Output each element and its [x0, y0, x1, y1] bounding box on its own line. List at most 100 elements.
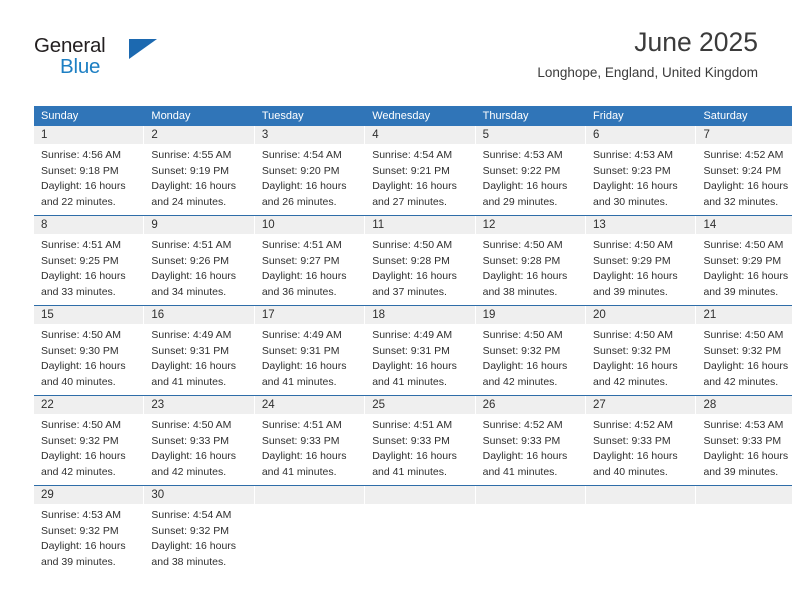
calendar-day-cell[interactable]: 29 Sunrise: 4:53 AM Sunset: 9:32 PM Dayligh…: [34, 485, 145, 575]
day-cell-inner: [254, 486, 366, 575]
day-number: 6: [586, 126, 696, 144]
calendar-day-cell[interactable]: 5 Sunrise: 4:53 AM Sunset: 9:22 PM Daylight…: [475, 126, 587, 216]
day-cell-inner: 4 Sunrise: 4:54 AM Sunset: 9:21 PM Daylight…: [365, 126, 476, 215]
day-detail-line: Sunrise: 4:56 AM: [41, 149, 121, 161]
day-detail-line: Sunset: 9:22 PM: [482, 164, 561, 177]
calendar-day-cell[interactable]: 10 Sunrise: 4:51 AM Sunset: 9:27 PM Dayligh…: [254, 215, 366, 306]
day-number: 24: [254, 396, 365, 414]
day-cell-inner: 22 Sunrise: 4:50 AM Sunset: 9:32 PM Dayligh…: [34, 396, 145, 485]
day-detail-line: and 34 minutes.: [151, 285, 227, 298]
calendar-day-cell[interactable]: 9 Sunrise: 4:51 AM Sunset: 9:26 PM Daylight…: [144, 215, 255, 306]
calendar-day-cell[interactable]: 15 Sunrise: 4:50 AM Sunset: 9:30 PM Dayligh…: [34, 305, 145, 396]
day-detail-line: Daylight: 16 hours: [261, 270, 347, 283]
day-detail-line: Daylight: 16 hours: [372, 450, 457, 463]
general-blue-logo[interactable]: General Blue: [34, 34, 204, 86]
calendar-day-cell[interactable]: 7 Sunrise: 4:52 AM Sunset: 9:24 PM Daylight…: [696, 126, 792, 216]
day-cell-inner: 13 Sunrise: 4:50 AM Sunset: 9:29 PM Dayligh…: [586, 216, 697, 305]
day-detail-line: Daylight: 16 hours: [372, 270, 457, 283]
calendar-day-cell[interactable]: 26 Sunrise: 4:52 AM Sunset: 9:33 PM Dayligh…: [475, 395, 587, 486]
day-detail-line: Sunset: 9:33 PM: [593, 434, 671, 447]
day-details: Sunrise: 4:50 AM Sunset: 9:29 PM Daylight:…: [696, 234, 792, 300]
calendar-day-cell[interactable]: 28 Sunrise: 4:53 AM Sunset: 9:33 PM Dayligh…: [696, 395, 792, 486]
calendar-day-cell[interactable]: 12 Sunrise: 4:50 AM Sunset: 9:28 PM Dayligh…: [475, 215, 587, 306]
day-detail-line: Sunset: 9:23 PM: [593, 164, 671, 177]
day-number: 13: [586, 216, 696, 234]
calendar-day-cell[interactable]: 8 Sunrise: 4:51 AM Sunset: 9:25 PM Daylight…: [34, 215, 145, 306]
calendar-day-cell[interactable]: 23 Sunrise: 4:50 AM Sunset: 9:33 PM Dayligh…: [144, 395, 255, 486]
day-detail-line: and 41 minutes.: [261, 375, 337, 388]
day-details: Sunrise: 4:50 AM Sunset: 9:29 PM Daylight:…: [586, 234, 695, 300]
day-cell-inner: 9 Sunrise: 4:51 AM Sunset: 9:26 PM Daylight…: [144, 216, 255, 305]
weekday-header-friday: Friday: [586, 106, 697, 126]
title-block: June 2025 Longhope, England, United King…: [537, 27, 758, 81]
day-number: 25: [365, 396, 475, 414]
day-details: Sunrise: 4:51 AM Sunset: 9:27 PM Daylight:…: [255, 234, 364, 300]
calendar-day-cell[interactable]: 1 Sunrise: 4:56 AM Sunset: 9:18 PM Daylight…: [34, 126, 145, 216]
day-details: Sunrise: 4:50 AM Sunset: 9:32 PM Daylight:…: [34, 414, 143, 480]
calendar-day-cell[interactable]: 19 Sunrise: 4:50 AM Sunset: 9:32 PM Dayligh…: [475, 305, 587, 396]
day-detail-line: Daylight: 16 hours: [41, 180, 126, 193]
day-detail-line: and 37 minutes.: [372, 285, 447, 298]
page-title: June 2025: [634, 27, 758, 57]
calendar-day-cell[interactable]: 3 Sunrise: 4:54 AM Sunset: 9:20 PM Daylight…: [254, 126, 366, 216]
day-detail-line: Daylight: 16 hours: [261, 360, 347, 373]
day-detail-line: Sunrise: 4:52 AM: [482, 419, 563, 431]
calendar-day-cell[interactable]: 13 Sunrise: 4:50 AM Sunset: 9:29 PM Dayligh…: [586, 215, 697, 306]
day-detail-line: Sunrise: 4:50 AM: [372, 239, 453, 251]
calendar-day-cell[interactable]: 24 Sunrise: 4:51 AM Sunset: 9:33 PM Dayligh…: [254, 395, 366, 486]
calendar-day-cell[interactable]: 14 Sunrise: 4:50 AM Sunset: 9:29 PM Dayligh…: [696, 215, 792, 306]
day-number: 28: [696, 396, 792, 414]
day-number: [475, 486, 586, 504]
day-detail-line: Sunrise: 4:55 AM: [151, 149, 232, 161]
day-detail-line: Sunrise: 4:51 AM: [261, 239, 342, 251]
day-number: 21: [696, 306, 792, 324]
day-detail-line: and 41 minutes.: [151, 375, 227, 388]
calendar-day-cell[interactable]: 25 Sunrise: 4:51 AM Sunset: 9:33 PM Dayligh…: [365, 395, 476, 486]
day-number: 19: [475, 306, 586, 324]
day-detail-line: Daylight: 16 hours: [593, 450, 678, 463]
calendar-day-cell[interactable]: 16 Sunrise: 4:49 AM Sunset: 9:31 PM Dayligh…: [144, 305, 255, 396]
day-detail-line: and 26 minutes.: [261, 195, 337, 208]
day-detail-line: Sunset: 9:29 PM: [593, 254, 671, 267]
calendar-day-cell[interactable]: 27 Sunrise: 4:52 AM Sunset: 9:33 PM Dayligh…: [586, 395, 697, 486]
day-number: 3: [254, 126, 365, 144]
calendar-day-cell[interactable]: 20 Sunrise: 4:50 AM Sunset: 9:32 PM Dayligh…: [586, 305, 697, 396]
day-detail-line: Sunrise: 4:50 AM: [593, 329, 673, 341]
day-cell-inner: 5 Sunrise: 4:53 AM Sunset: 9:22 PM Daylight…: [475, 126, 587, 215]
day-detail-line: Daylight: 16 hours: [151, 180, 237, 193]
day-detail-line: Daylight: 16 hours: [593, 180, 678, 193]
day-details: [255, 504, 364, 508]
day-cell-inner: [696, 486, 792, 575]
day-detail-line: and 38 minutes.: [482, 285, 558, 298]
day-number: 1: [34, 126, 144, 144]
day-detail-line: Sunset: 9:33 PM: [372, 434, 450, 447]
calendar-day-cell[interactable]: 2 Sunrise: 4:55 AM Sunset: 9:19 PM Daylight…: [144, 126, 255, 216]
day-cell-inner: [365, 486, 476, 575]
calendar-day-cell[interactable]: 30 Sunrise: 4:54 AM Sunset: 9:32 PM Dayligh…: [144, 485, 255, 575]
day-detail-line: and 36 minutes.: [261, 285, 337, 298]
calendar-day-cell[interactable]: 22 Sunrise: 4:50 AM Sunset: 9:32 PM Dayligh…: [34, 395, 145, 486]
calendar-day-cell[interactable]: 21 Sunrise: 4:50 AM Sunset: 9:32 PM Dayligh…: [696, 305, 792, 396]
calendar-day-cell[interactable]: 17 Sunrise: 4:49 AM Sunset: 9:31 PM Dayligh…: [254, 305, 366, 396]
day-detail-line: Sunrise: 4:53 AM: [703, 419, 784, 431]
calendar-day-cell[interactable]: 4 Sunrise: 4:54 AM Sunset: 9:21 PM Daylight…: [365, 126, 476, 216]
calendar-week-row: 1 Sunrise: 4:56 AM Sunset: 9:18 PM Daylight…: [34, 126, 792, 216]
calendar-day-cell[interactable]: 11 Sunrise: 4:50 AM Sunset: 9:28 PM Dayligh…: [365, 215, 476, 306]
day-cell-inner: 24 Sunrise: 4:51 AM Sunset: 9:33 PM Dayligh…: [254, 396, 366, 485]
day-detail-line: and 32 minutes.: [703, 195, 779, 208]
day-number: 17: [254, 306, 365, 324]
day-detail-line: and 42 minutes.: [41, 465, 116, 478]
day-detail-line: Sunrise: 4:50 AM: [41, 329, 121, 341]
day-details: Sunrise: 4:51 AM Sunset: 9:25 PM Daylight:…: [34, 234, 143, 300]
day-details: Sunrise: 4:49 AM Sunset: 9:31 PM Daylight:…: [365, 324, 474, 390]
calendar-day-cell[interactable]: 6 Sunrise: 4:53 AM Sunset: 9:23 PM Daylight…: [586, 126, 697, 216]
day-detail-line: Sunrise: 4:54 AM: [151, 509, 232, 521]
calendar-empty-cell: [696, 485, 792, 575]
day-detail-line: and 27 minutes.: [372, 195, 447, 208]
day-cell-inner: [586, 486, 697, 575]
calendar-day-cell[interactable]: 18 Sunrise: 4:49 AM Sunset: 9:31 PM Dayligh…: [365, 305, 476, 396]
day-detail-line: Sunset: 9:29 PM: [703, 254, 782, 267]
day-detail-line: Sunset: 9:31 PM: [261, 344, 340, 357]
day-detail-line: and 40 minutes.: [41, 375, 116, 388]
day-number: [254, 486, 365, 504]
